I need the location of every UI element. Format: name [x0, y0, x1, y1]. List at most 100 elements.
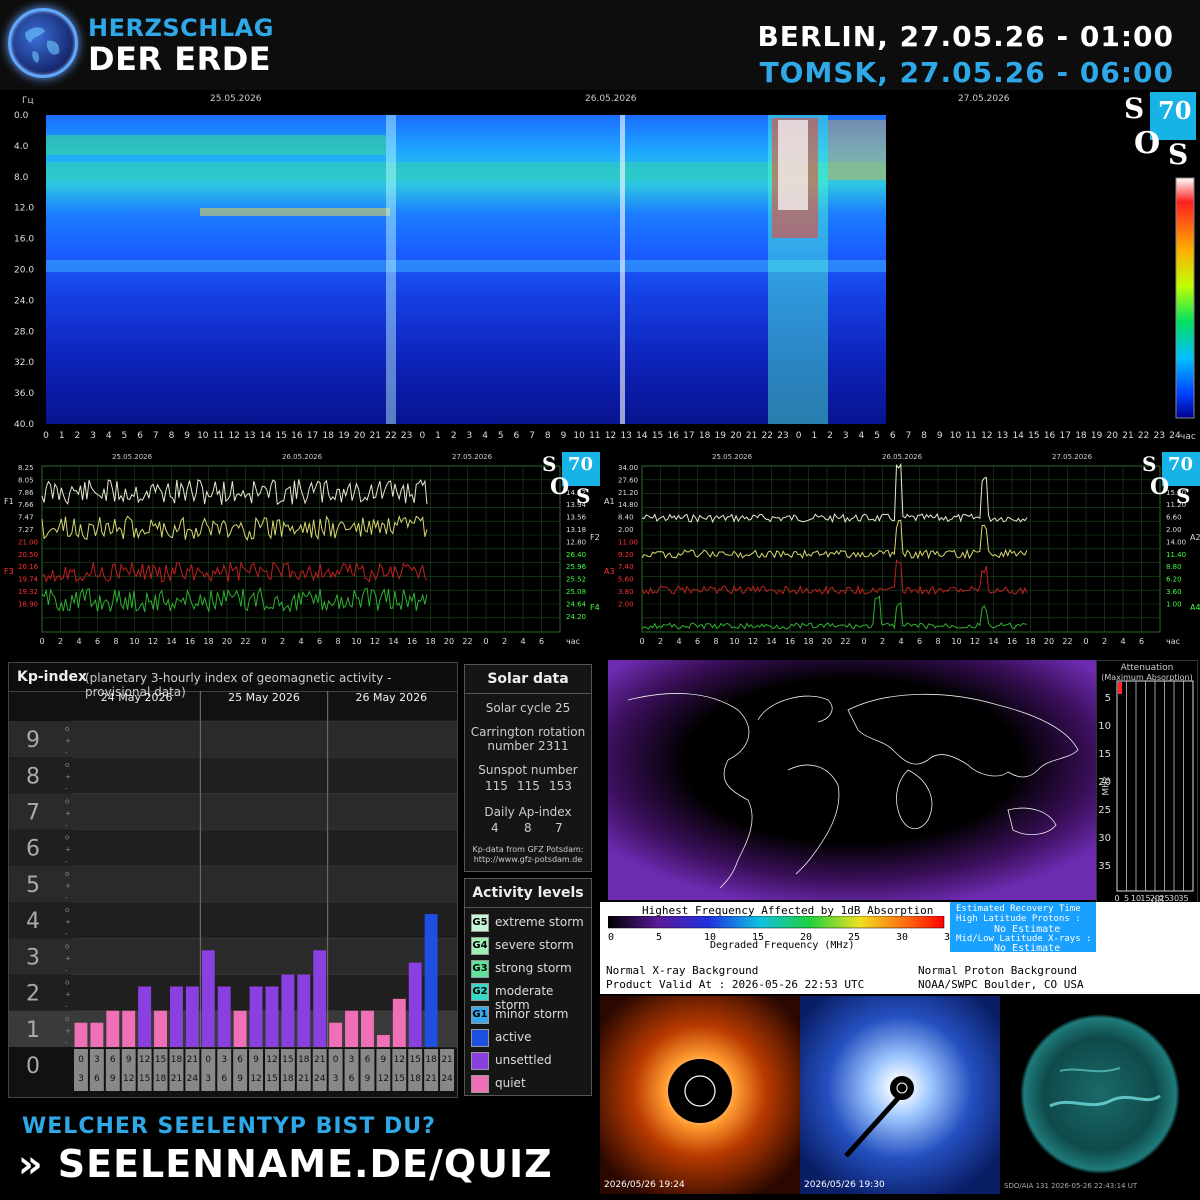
- globe-icon: [8, 8, 78, 78]
- spectrogram-x-tick: 11: [589, 431, 600, 441]
- amp-x-tick: 18: [803, 637, 813, 646]
- activity-level-label: minor storm: [495, 1007, 569, 1021]
- spectrogram-x-tick: 14: [636, 431, 648, 441]
- freq-x-tick: 6: [539, 637, 544, 646]
- sos-small-s1: S: [542, 452, 557, 476]
- drap-scale-tick: 5: [656, 932, 663, 943]
- freq-x-tick: 10: [351, 637, 361, 646]
- svg-text:o: o: [65, 797, 69, 805]
- freq-x-tick: 12: [370, 637, 380, 646]
- amp-x-tick: 2: [880, 637, 885, 646]
- kp-x-top-label: 6: [237, 1055, 243, 1065]
- kp-x-bottom-label: 24: [187, 1074, 199, 1084]
- amp-series-label: A3: [604, 567, 615, 576]
- svg-text:o: o: [65, 870, 69, 878]
- sos-small2-o: O: [1150, 474, 1170, 500]
- solar-cycle: Solar cycle 25: [485, 701, 571, 715]
- amp-left-tick: 9.20: [618, 551, 634, 559]
- sos-logo-s1: S: [1124, 92, 1145, 125]
- spectrogram-x-tick: 12: [981, 431, 992, 441]
- kp-x-bottom-label: 21: [425, 1074, 436, 1084]
- kp-bar: [265, 986, 279, 1047]
- amp-left-tick: 2.00: [618, 526, 634, 534]
- spectrogram-x-tick: 19: [338, 431, 350, 441]
- amp-x-tick: 12: [748, 637, 758, 646]
- sunspot-value-1: 115: [485, 779, 508, 793]
- kp-y-label: 7: [26, 801, 40, 826]
- attenuation-y-tick: 25: [1098, 805, 1111, 816]
- spectrogram-x-tick: 0: [43, 431, 49, 441]
- freq-x-tick: 16: [185, 637, 195, 646]
- freq-date-2: 26.05.2026: [282, 453, 323, 461]
- drap-panel: Attenuation (Maximum Absorption) 5 10 15 20…: [600, 656, 1200, 996]
- kp-x-top-label: 18: [298, 1055, 310, 1065]
- spectrogram-x-tick: 17: [683, 431, 694, 441]
- ap-value-1: 4: [491, 821, 499, 835]
- freq-right-tick: 25.08: [566, 588, 586, 596]
- svg-text:o: o: [65, 979, 69, 987]
- amp-series-label: A2: [1190, 533, 1200, 542]
- xray-background: Normal X-ray Background: [606, 964, 759, 977]
- freq-x-tick: 4: [76, 637, 81, 646]
- quiz-link[interactable]: » SEELENNAME.DE/QUIZ: [18, 1142, 553, 1186]
- spectrogram-x-tick: 0: [796, 431, 802, 441]
- kp-x-bottom-label: 15: [139, 1074, 150, 1084]
- brand-line-1: HERZSCHLAG: [88, 14, 274, 42]
- kp-x-top-label: 21: [314, 1055, 325, 1065]
- freq-x-tick: 0: [483, 637, 488, 646]
- freq-x-tick: 10: [129, 637, 139, 646]
- spectrogram-x-tick: 2: [74, 431, 80, 441]
- kp-x-top-label: 12: [139, 1055, 150, 1065]
- amp-x-tick: 20: [822, 637, 832, 646]
- spectrogram-x-tick: 21: [370, 431, 381, 441]
- kp-chart: 9876543210o+-o+-o+-o+-o+-o+-o+-o+-o+-24 …: [9, 691, 457, 1091]
- kp-x-bottom-label: 3: [333, 1074, 339, 1084]
- freq-left-tick: 7.47: [18, 514, 34, 522]
- svg-text:+: +: [65, 737, 71, 745]
- kp-bar: [185, 986, 199, 1047]
- spectrogram-x-tick: 14: [260, 431, 272, 441]
- kp-x-bottom-label: 9: [365, 1074, 371, 1084]
- svg-text:+: +: [65, 846, 71, 854]
- spectrogram-x-tick: 17: [1060, 431, 1071, 441]
- spectrogram-x-tick: 8: [169, 431, 175, 441]
- activity-level-item: G2 moderate storm: [471, 982, 589, 1012]
- drap-scale-tick: 30: [896, 932, 909, 943]
- amp-right-tick: 14.00: [1166, 538, 1186, 546]
- svg-text:+: +: [65, 809, 71, 817]
- freq-x-tick: 4: [298, 637, 303, 646]
- activity-level-swatch: G4: [471, 937, 489, 955]
- kp-x-bottom-label: 24: [441, 1074, 453, 1084]
- svg-text:+: +: [65, 954, 71, 962]
- ap-value-2: 8: [524, 821, 532, 835]
- activity-level-label: extreme storm: [495, 915, 584, 929]
- sos-small2-number: 70: [1168, 454, 1194, 475]
- freq-x-tick: 8: [335, 637, 340, 646]
- spectrogram-x-tick: 10: [573, 431, 585, 441]
- kp-x-bottom-label: 21: [171, 1074, 182, 1084]
- freq-x-tick: 2: [502, 637, 507, 646]
- freq-right-tick: 24.64: [566, 600, 587, 608]
- kp-day-label: 24 May 2026: [101, 691, 173, 704]
- mid-lat-value: No Estimate: [994, 943, 1061, 954]
- amp-x-tick: 4: [1120, 637, 1125, 646]
- activity-level-item: G4 severe storm: [471, 936, 589, 956]
- spectrogram-x-tick: 22: [385, 431, 396, 441]
- spectrogram-y-tick: 4.0: [14, 142, 29, 152]
- spectrogram-x-tick: 9: [184, 431, 190, 441]
- freq-x-tick: 2: [280, 637, 285, 646]
- kp-x-bottom-label: 24: [314, 1074, 326, 1084]
- ap-label: Daily Ap-index: [484, 805, 572, 819]
- kp-x-top-label: 9: [253, 1055, 259, 1065]
- spectrogram-x-tick: 7: [153, 431, 159, 441]
- activity-level-label: unsettled: [495, 1053, 552, 1067]
- berlin-timestamp: BERLIN, 27.05.26 - 01:00: [757, 20, 1174, 53]
- attenuation-y-unit: MHz: [1101, 776, 1112, 796]
- spectrogram-date-3: 27.05.2026: [958, 94, 1010, 104]
- amp-date-2: 26.05.2026: [882, 453, 923, 461]
- recovery-box: Estimated Recovery Time High Latitude Pr…: [950, 902, 1096, 954]
- spectrogram-x-tick: 12: [228, 431, 239, 441]
- amp-x-tick: 4: [676, 637, 681, 646]
- amp-x-tick: 0: [1083, 637, 1088, 646]
- spectrogram-date-1: 25.05.2026: [210, 94, 262, 104]
